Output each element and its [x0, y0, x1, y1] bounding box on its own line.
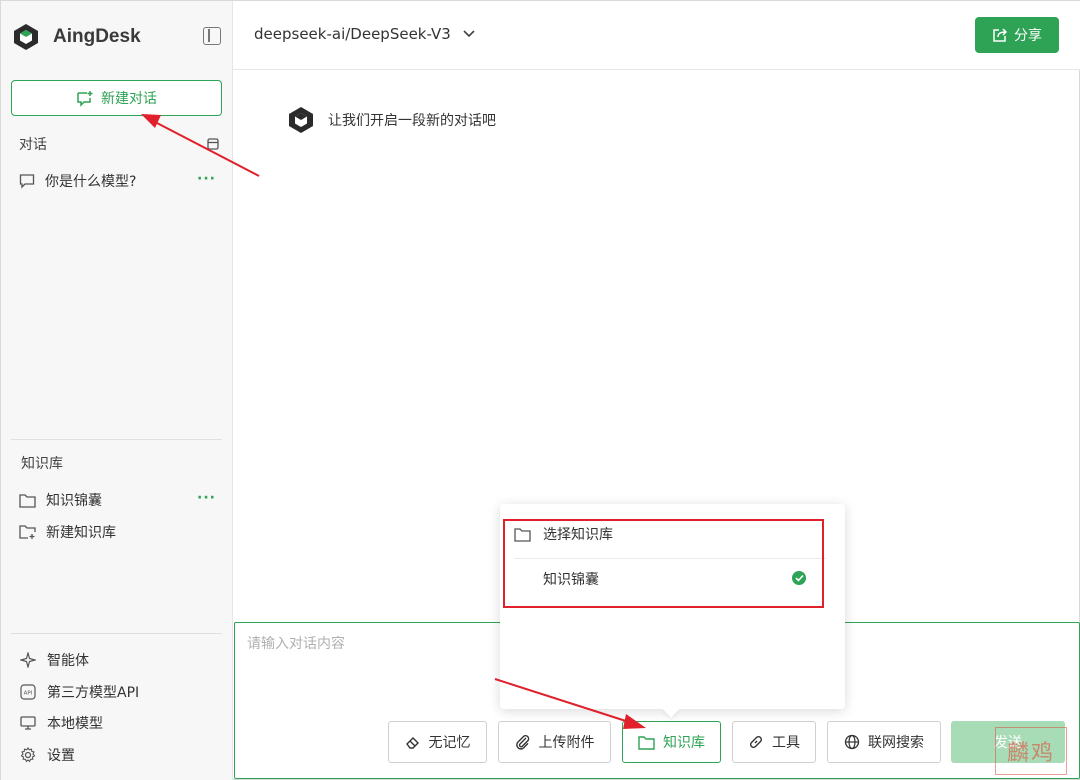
sidebar-item-third-party-api[interactable]: API 第三方模型API — [19, 681, 139, 703]
assistant-avatar-icon — [289, 107, 313, 133]
knowledge-base-popover: 选择知识库 知识锦囊 — [500, 504, 845, 718]
web-search-label: 联网搜索 — [868, 735, 924, 751]
input-placeholder: 请输入对话内容 — [247, 636, 345, 652]
welcome-text: 让我们开启一段新的对话吧 — [328, 113, 496, 129]
conversation-item[interactable]: 你是什么模型? — [19, 170, 219, 192]
sidebar-item-api-label: 第三方模型API — [47, 685, 140, 701]
sidebar-item-agents[interactable]: 智能体 — [19, 649, 89, 671]
share-label: 分享 — [1014, 28, 1042, 44]
tools-button[interactable]: 工具 — [732, 721, 816, 763]
sidebar-item-settings-label: 设置 — [47, 748, 75, 764]
no-memory-button[interactable]: 无记忆 — [388, 721, 487, 763]
folder-icon — [638, 735, 655, 750]
new-chat-icon — [77, 90, 93, 107]
popover-header: 选择知识库 — [514, 524, 613, 544]
new-chat-label: 新建对话 — [101, 91, 157, 107]
chat-bubble-icon — [19, 174, 35, 189]
sidebar: AingDesk 新建对话 对话 你是什么模型? ··· 知识库 知识锦囊 ··… — [1, 1, 233, 780]
conversation-more-icon[interactable]: ··· — [197, 171, 216, 187]
sidebar-item-local-models[interactable]: 本地模型 — [19, 712, 103, 734]
share-button[interactable]: 分享 — [975, 17, 1059, 53]
popover-divider — [514, 558, 826, 559]
paperclip-icon — [515, 735, 529, 750]
new-knowledge-base-item[interactable]: 新建知识库 — [19, 521, 116, 543]
chat-header: deepseek-ai/DeepSeek-V3 分享 — [233, 1, 1080, 70]
upload-attachment-button[interactable]: 上传附件 — [498, 721, 611, 763]
eraser-icon — [405, 737, 419, 749]
sidebar-item-settings[interactable]: 设置 — [19, 744, 75, 766]
svg-text:API: API — [24, 691, 33, 697]
knowledge-item-label: 知识锦囊 — [46, 493, 102, 509]
app-name: AingDesk — [53, 26, 141, 47]
check-icon[interactable] — [792, 571, 806, 585]
link-icon — [749, 735, 763, 749]
gear-icon — [19, 746, 37, 764]
conversation-manage-icon[interactable] — [207, 138, 219, 150]
sidebar-collapse-icon[interactable] — [203, 27, 221, 45]
knowledge-item-jinnang[interactable]: 知识锦囊 — [19, 489, 102, 511]
no-memory-label: 无记忆 — [428, 735, 471, 751]
share-icon — [993, 28, 1008, 42]
globe-icon — [844, 734, 860, 750]
monitor-icon — [19, 714, 37, 732]
welcome-message: 让我们开启一段新的对话吧 — [286, 105, 496, 135]
new-chat-button[interactable]: 新建对话 — [11, 80, 222, 116]
sidebar-item-local-label: 本地模型 — [47, 716, 103, 732]
app-window: AingDesk 新建对话 对话 你是什么模型? ··· 知识库 知识锦囊 ··… — [0, 0, 1080, 780]
folder-icon — [514, 527, 531, 542]
conversation-label: 你是什么模型? — [45, 174, 137, 190]
api-icon: API — [19, 683, 37, 701]
knowledge-more-icon[interactable]: ··· — [197, 490, 216, 506]
knowledge-option[interactable]: 知识锦囊 — [543, 569, 599, 589]
knowledge-base-label: 知识库 — [663, 735, 705, 751]
folder-add-icon — [19, 525, 36, 539]
knowledge-base-button[interactable]: 知识库 — [622, 721, 721, 763]
sidebar-item-agents-label: 智能体 — [47, 653, 89, 669]
knowledge-title: 知识库 — [21, 456, 63, 472]
folder-icon — [19, 493, 36, 508]
new-knowledge-base-label: 新建知识库 — [46, 525, 116, 541]
aingdesk-logo-icon — [14, 24, 38, 50]
watermark-stamp: 麟鸡 — [995, 727, 1067, 775]
model-name: deepseek-ai/DeepSeek-V3 — [254, 25, 451, 43]
sidebar-divider-bottom — [11, 633, 222, 634]
sparkle-icon — [19, 651, 37, 669]
upload-attachment-label: 上传附件 — [538, 735, 595, 751]
model-selector[interactable]: deepseek-ai/DeepSeek-V3 — [254, 25, 475, 43]
web-search-button[interactable]: 联网搜索 — [827, 721, 941, 763]
chevron-down-icon — [463, 30, 475, 38]
conversations-title: 对话 — [19, 137, 47, 153]
sidebar-divider — [11, 439, 222, 440]
brand: AingDesk — [11, 21, 141, 53]
tools-label: 工具 — [772, 735, 800, 751]
popover-title: 选择知识库 — [543, 527, 613, 543]
